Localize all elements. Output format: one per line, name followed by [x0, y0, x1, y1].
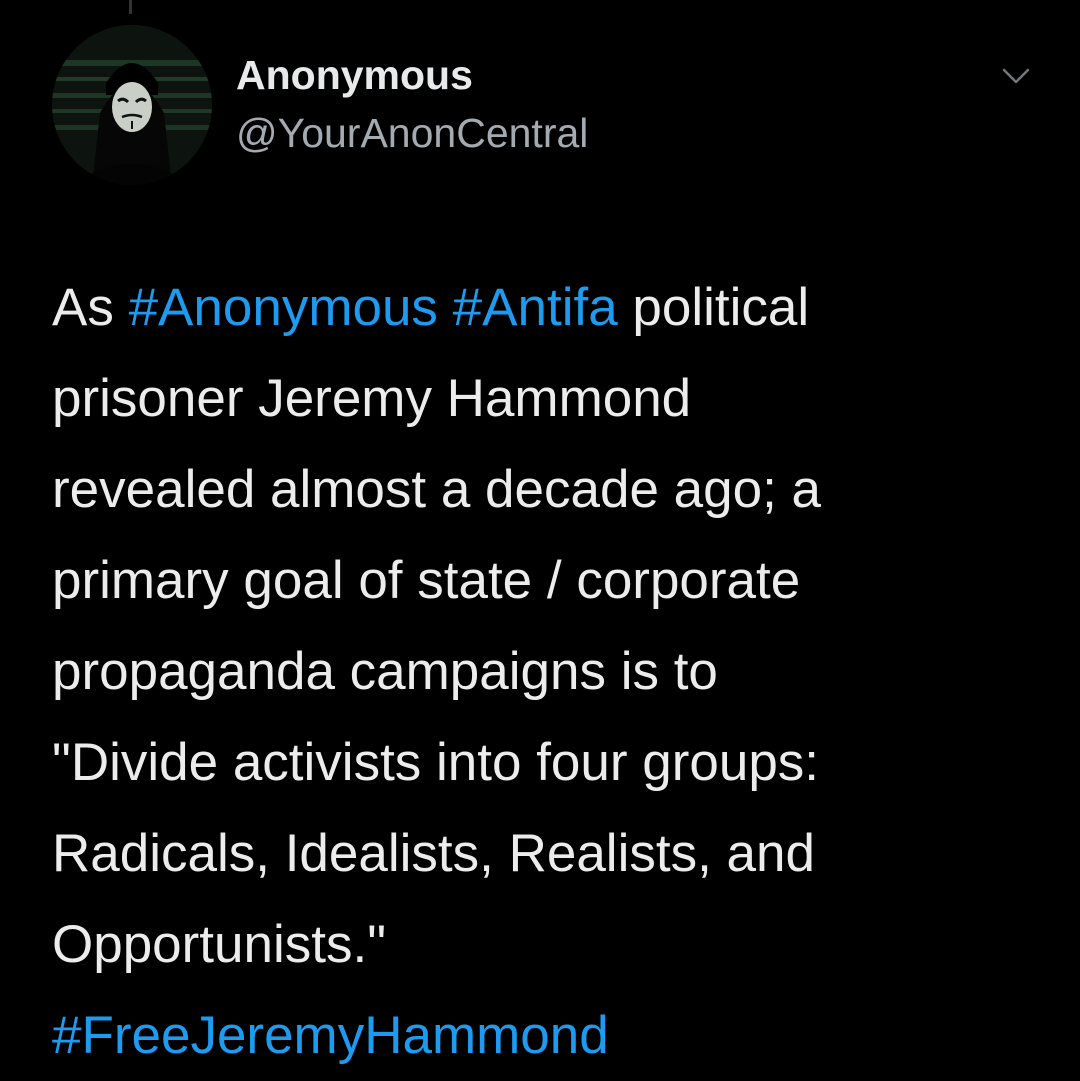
hashtag-link[interactable]: #Anonymous	[129, 278, 438, 337]
tweet-line: As #Anonymous #Antifa political	[52, 262, 1062, 353]
tweet-text-segment: As	[52, 278, 129, 337]
tweet-text-segment: Opportunists."	[52, 915, 387, 974]
tweet-text: As #Anonymous #Antifa political prisoner …	[52, 262, 1062, 1081]
anonymous-mask-icon	[52, 25, 212, 185]
display-name[interactable]: Anonymous	[236, 52, 473, 99]
tweet-text-segment: propaganda campaigns is to	[52, 642, 718, 701]
tweet-text-segment	[438, 278, 453, 337]
tweet-line: primary goal of state / corporate	[52, 535, 1062, 626]
tweet-text-segment: primary goal of state / corporate	[52, 551, 801, 610]
chevron-down-icon	[1002, 68, 1030, 84]
more-options-button[interactable]	[998, 60, 1034, 90]
hashtag-link[interactable]: #Antifa	[453, 278, 618, 337]
tweet-line: #FreeJeremyHammond	[52, 990, 1062, 1081]
tweet-line: propaganda campaigns is to	[52, 626, 1062, 717]
tweet-text-segment: "Divide activists into four groups:	[52, 733, 820, 792]
tweet-text-segment: Radicals, Idealists, Realists, and	[52, 824, 815, 883]
tweet-line: revealed almost a decade ago; a	[52, 444, 1062, 535]
tweet-text-segment: prisoner Jeremy Hammond	[52, 369, 692, 428]
avatar[interactable]	[52, 25, 212, 185]
hashtag-link[interactable]: #FreeJeremyHammond	[52, 1006, 609, 1065]
tweet-text-segment: political	[617, 278, 810, 337]
tweet-line: Opportunists."	[52, 899, 1062, 990]
tweet-line: prisoner Jeremy Hammond	[52, 353, 1062, 444]
user-handle[interactable]: @YourAnonCentral	[236, 110, 588, 157]
tweet-text-segment: revealed almost a decade ago; a	[52, 460, 822, 519]
thread-connector-line	[129, 0, 132, 14]
tweet-line: "Divide activists into four groups:	[52, 717, 1062, 808]
tweet-line: Radicals, Idealists, Realists, and	[52, 808, 1062, 899]
